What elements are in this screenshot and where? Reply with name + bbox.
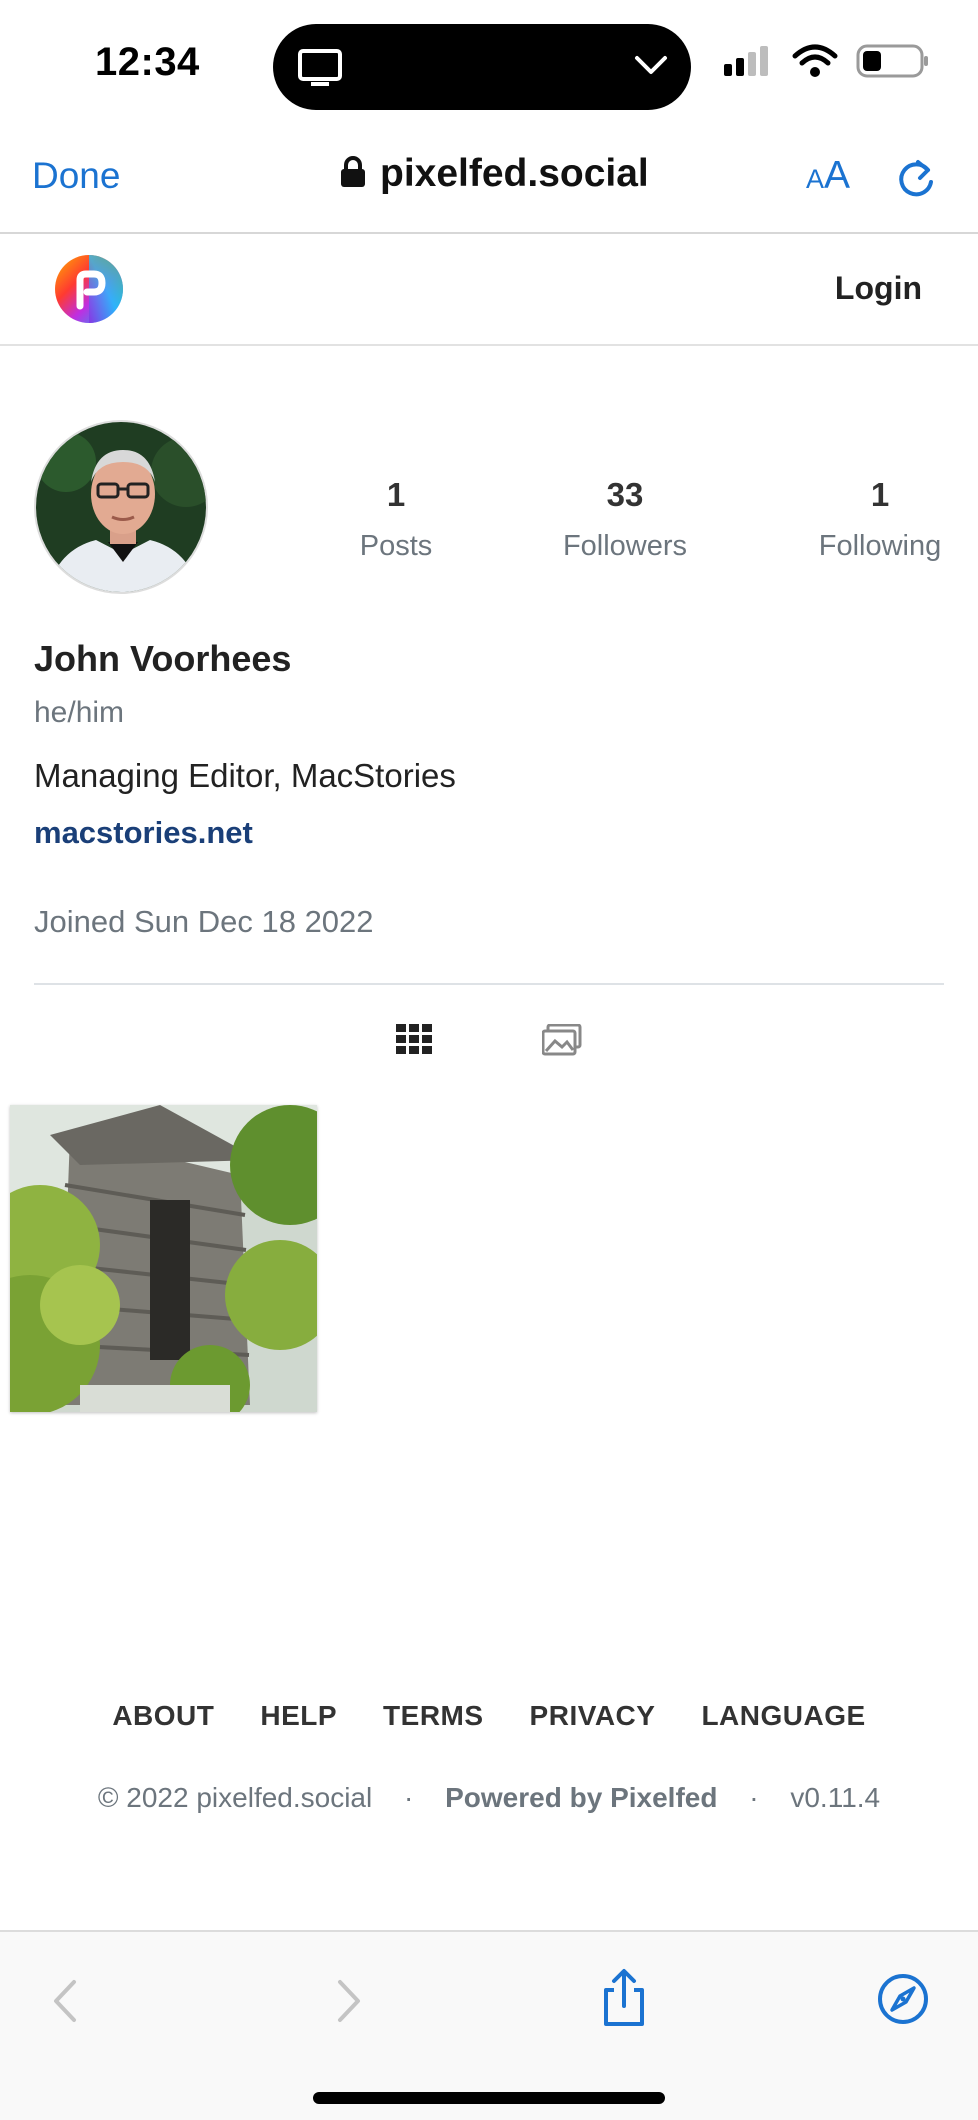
- status-bar: 12:34: [0, 0, 978, 130]
- compass-icon[interactable]: [876, 1972, 930, 2031]
- collections-icon[interactable]: [541, 1023, 582, 1061]
- login-link[interactable]: Login: [835, 270, 922, 307]
- posts-count: 1: [386, 476, 406, 513]
- browser-top-bar: Done pixelfed.social AA: [0, 130, 978, 234]
- footer-about-link[interactable]: ABOUT: [112, 1700, 214, 1732]
- copyright-text: © 2022 pixelfed.social: [97, 1782, 373, 1813]
- footer-language-link[interactable]: LANGUAGE: [701, 1700, 865, 1732]
- post-thumbnail[interactable]: [10, 1105, 317, 1412]
- profile-divider: [34, 983, 944, 985]
- followers-count: 33: [606, 476, 644, 513]
- profile-pronouns: he/him: [34, 696, 125, 729]
- footer-meta: © 2022 pixelfed.social · Powered by Pixe…: [0, 1782, 978, 1814]
- footer-separator: ·: [404, 1782, 414, 1813]
- done-button[interactable]: Done: [32, 155, 120, 197]
- share-icon[interactable]: [598, 1968, 650, 2033]
- cellular-signal-icon: [722, 44, 774, 83]
- footer-links: ABOUT HELP TERMS PRIVACY LANGUAGE: [0, 1700, 978, 1732]
- profile-avatar[interactable]: [34, 420, 208, 594]
- grid-view-icon[interactable]: [396, 1024, 432, 1059]
- following-label: Following: [818, 530, 942, 562]
- version-text: v0.11.4: [790, 1782, 881, 1813]
- chevron-down-icon: [631, 50, 671, 85]
- footer-help-link[interactable]: HELP: [260, 1700, 337, 1732]
- profile-bio: Managing Editor, MacStories: [34, 757, 456, 794]
- pixelfed-logo[interactable]: [54, 254, 124, 324]
- footer-separator: ·: [749, 1782, 759, 1813]
- site-navbar: Login: [0, 234, 978, 346]
- footer-privacy-link[interactable]: PRIVACY: [530, 1700, 656, 1732]
- address-bar[interactable]: pixelfed.social: [340, 152, 649, 196]
- reload-icon[interactable]: [896, 156, 936, 205]
- wifi-icon: [792, 44, 838, 83]
- battery-icon: [856, 44, 930, 83]
- following-stat[interactable]: 1 Following: [780, 476, 978, 563]
- profile-website-link[interactable]: macstories.net: [34, 815, 253, 851]
- profile-name: John Voorhees: [34, 638, 292, 679]
- footer-terms-link[interactable]: TERMS: [383, 1700, 484, 1732]
- joined-date: Joined Sun Dec 18 2022: [34, 904, 374, 939]
- status-indicators: [722, 44, 930, 83]
- following-count: 1: [870, 476, 890, 513]
- lock-icon: [340, 155, 366, 193]
- text-size-button[interactable]: AA: [806, 154, 850, 198]
- url-text: pixelfed.social: [380, 152, 649, 195]
- forward-arrow-icon[interactable]: [332, 1976, 366, 2031]
- posts-label: Posts: [359, 530, 433, 562]
- dynamic-island[interactable]: [273, 24, 691, 110]
- back-arrow-icon[interactable]: [48, 1976, 82, 2031]
- followers-label: Followers: [562, 530, 688, 562]
- status-time: 12:34: [95, 40, 200, 84]
- powered-by-link[interactable]: Powered by Pixelfed: [445, 1782, 717, 1813]
- posts-stat[interactable]: 1 Posts: [296, 476, 496, 563]
- screen-mirror-icon: [297, 48, 345, 93]
- followers-stat[interactable]: 33 Followers: [525, 476, 725, 563]
- home-indicator[interactable]: [313, 2092, 665, 2104]
